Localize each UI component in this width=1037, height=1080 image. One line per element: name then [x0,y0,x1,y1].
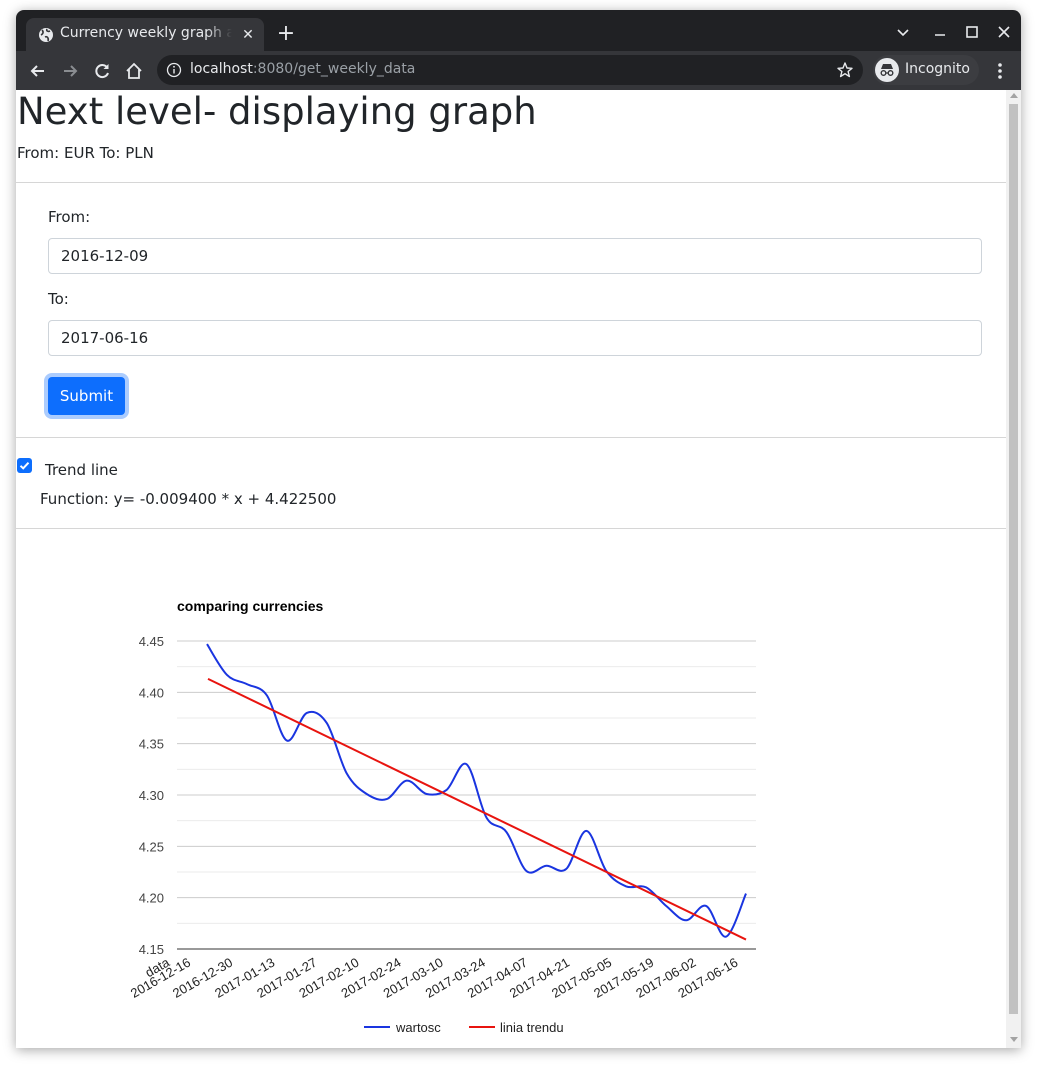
reload-icon[interactable] [91,60,113,82]
from-date-input[interactable] [48,238,982,274]
incognito-label: Incognito [905,61,970,77]
close-window-icon[interactable] [994,22,1014,42]
y-tick-label: 4.25 [139,839,164,854]
y-axis: 4.45 4.40 4.35 4.30 4.25 4.20 4.15 [139,634,164,957]
y-tick-label: 4.30 [139,788,164,803]
y-tick-label: 4.15 [139,942,164,957]
globe-icon [39,28,53,42]
incognito-icon [875,58,899,82]
currency-pair-text: From: EUR To: PLN [17,144,154,162]
page-viewport: Next level- displaying graph From: EUR T… [16,90,1006,1048]
page-scrollbar[interactable] [1006,90,1021,1048]
series-line-wartosc [206,643,747,938]
forward-icon[interactable] [59,60,81,82]
y-tick-label: 4.20 [139,891,164,906]
scroll-down-arrow-icon[interactable] [1010,1037,1018,1042]
back-icon[interactable] [27,60,49,82]
scrollbar-thumb[interactable] [1009,104,1018,1014]
tab-title: Currency weekly graph app [60,25,232,41]
tab-strip: Currency weekly graph app ✕ + [16,10,1021,51]
trend-function-text: Function: y= -0.009400 * x + 4.422500 [40,490,337,508]
url-path: :8080/get_weekly_data [252,61,416,77]
url-host: localhost [190,61,253,77]
url-text[interactable]: localhost:8080/get_weekly_data [190,61,415,77]
series [206,643,747,941]
bookmark-star-icon[interactable] [836,61,854,79]
page-title: Next level- displaying graph [17,90,537,133]
home-icon[interactable] [123,60,145,82]
more-menu-icon[interactable] [991,61,1009,81]
chart-title: comparing currencies [177,598,323,614]
trend-line-checkbox[interactable] [17,458,32,473]
submit-button[interactable]: Submit [48,377,125,415]
browser-toolbar: localhost:8080/get_weekly_data Incognito [16,51,1021,90]
to-date-input[interactable] [48,320,982,356]
legend: wartosc linia trendu [364,1020,564,1035]
divider [16,437,1006,438]
scroll-up-arrow-icon[interactable] [1010,93,1018,98]
to-label: To: [48,290,69,308]
trend-line-label[interactable]: Trend line [45,461,118,479]
divider [16,528,1006,529]
info-icon[interactable] [166,62,182,78]
tab-search-icon[interactable] [893,22,913,42]
x-axis: data2016-12-162016-12-302017-01-132017-0… [128,954,741,1001]
browser-window: Currency weekly graph app ✕ + [16,10,1021,1048]
divider [16,182,1006,183]
browser-tab[interactable]: Currency weekly graph app ✕ [26,18,264,51]
currency-line-chart: comparing currencies 4.45 4.40 4.35 4.30 4.2… [128,598,756,1035]
legend-label-wartosc: wartosc [395,1020,441,1035]
from-label: From: [48,208,91,226]
minimize-icon[interactable] [930,22,950,42]
y-tick-label: 4.45 [139,634,164,649]
y-tick-label: 4.40 [139,685,164,700]
address-bar[interactable]: localhost:8080/get_weekly_data [157,55,863,85]
incognito-profile-button[interactable]: Incognito [873,55,979,85]
maximize-icon[interactable] [962,22,982,42]
close-tab-icon[interactable]: ✕ [240,27,256,43]
legend-label-linia-trendu: linia trendu [500,1020,564,1035]
new-tab-button[interactable]: + [276,23,296,45]
y-tick-label: 4.35 [139,737,164,752]
checkmark-icon [19,462,30,470]
